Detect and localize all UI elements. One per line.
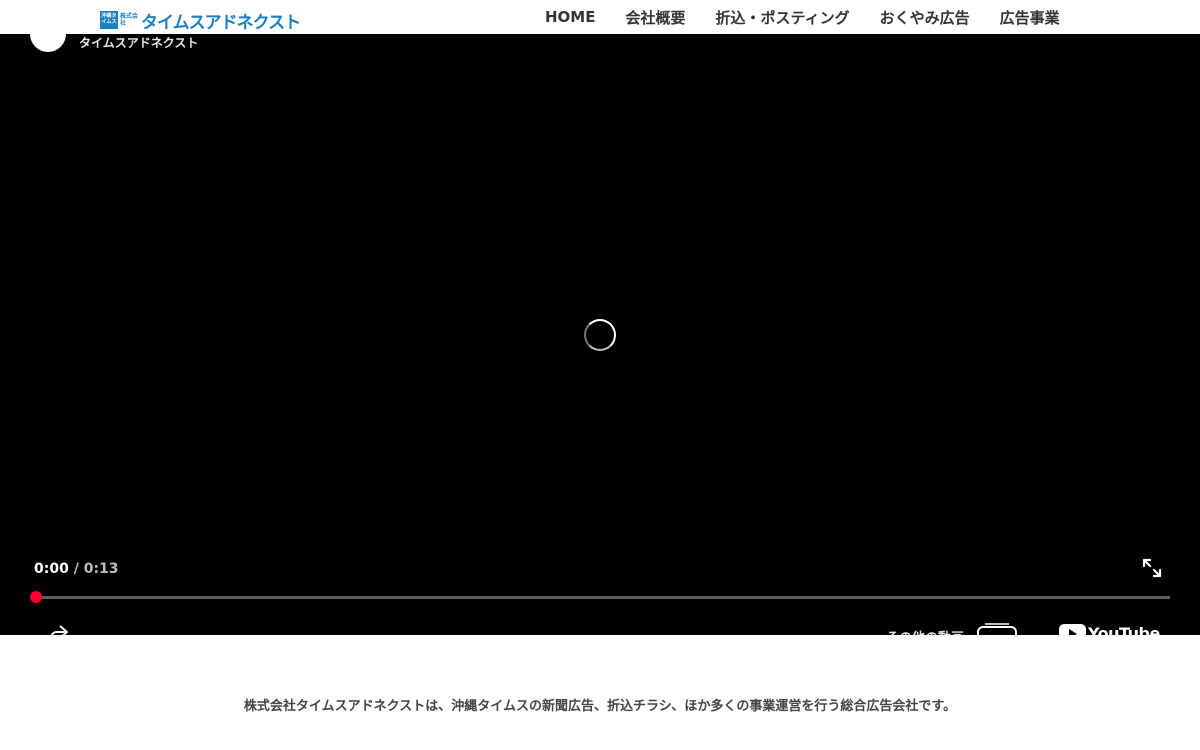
more-videos-icon[interactable] — [977, 622, 1017, 635]
more-videos-label[interactable]: その他の動画 — [886, 627, 964, 635]
nav-home[interactable]: HOME — [545, 8, 595, 26]
logo-text: タイムスアドネクスト — [141, 12, 301, 33]
logo-mark: 沖縄タイムス — [100, 11, 118, 29]
company-tagline: 株式会社タイムスアドネクストは、沖縄タイムスの新聞広告、折込チラシ、ほか多くの事… — [243, 699, 957, 714]
channel-avatar[interactable] — [30, 34, 66, 52]
nav-ad-business[interactable]: 広告事業 — [1000, 7, 1060, 28]
site-logo[interactable]: 沖縄タイムス 株式会社 タイムスアドネクスト — [100, 10, 301, 33]
duration: 0:13 — [83, 561, 119, 577]
nav-company[interactable]: 会社概要 — [625, 7, 685, 28]
time-separator: / — [68, 561, 84, 577]
loading-spinner-icon — [584, 319, 616, 351]
time-display: 0:00 / 0:13 — [34, 561, 119, 577]
share-icon[interactable] — [48, 624, 70, 635]
nav-posting[interactable]: 折込・ポスティング — [716, 7, 850, 28]
progress-bar[interactable] — [36, 596, 1170, 599]
youtube-logo[interactable]: YouTube — [1059, 624, 1160, 635]
youtube-wordmark: YouTube — [1088, 624, 1160, 635]
video-player[interactable]: タイムスアドネクスト 0:00 / 0:13 その他の動画 YouTube — [0, 34, 1200, 635]
current-time: 0:00 — [34, 561, 69, 577]
nav-obituary-ads[interactable]: おくやみ広告 — [880, 7, 970, 28]
main-nav: HOME 会社概要 折込・ポスティング おくやみ広告 広告事業 — [545, 0, 1060, 34]
logo-company-type: 株式会社 — [120, 13, 139, 27]
fullscreen-icon[interactable] — [1141, 557, 1163, 579]
channel-name[interactable]: タイムスアドネクスト — [79, 34, 198, 51]
progress-scrubber[interactable] — [30, 591, 42, 603]
site-header: 沖縄タイムス 株式会社 タイムスアドネクスト HOME 会社概要 折込・ポスティ… — [0, 0, 1200, 34]
youtube-play-icon — [1059, 624, 1086, 635]
